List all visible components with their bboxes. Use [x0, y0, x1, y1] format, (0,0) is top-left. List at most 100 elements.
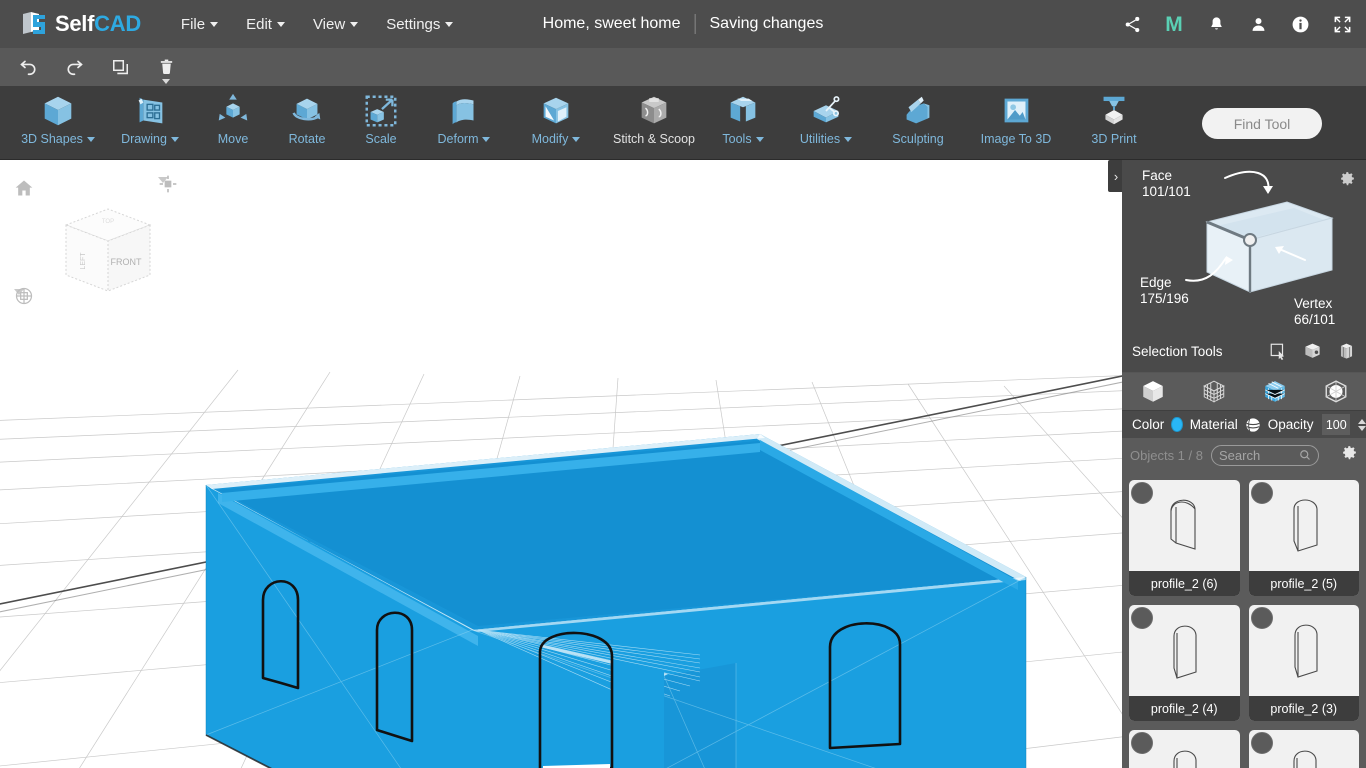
rectangle-select-icon[interactable] — [1268, 341, 1288, 361]
object-mode-icon[interactable] — [1136, 377, 1170, 407]
3d-print-icon — [1095, 92, 1133, 130]
vertex-mode-icon[interactable] — [1319, 377, 1353, 407]
menu-item-view[interactable]: View — [299, 10, 372, 39]
select-through-icon[interactable] — [1302, 341, 1322, 361]
stepper-down-icon[interactable] — [1358, 425, 1366, 431]
document-title[interactable]: Home, sweet home — [543, 15, 681, 33]
object-select-toggle[interactable] — [1250, 607, 1273, 629]
menu-item-settings[interactable]: Settings — [372, 10, 467, 39]
tool-drawing[interactable]: Drawing — [104, 86, 196, 160]
rotate-icon — [288, 92, 326, 130]
list-item[interactable]: profile_2 (1) — [1248, 730, 1359, 768]
tool-3d-print-label: 3D Print — [1091, 132, 1137, 146]
logo-cad: CAD — [94, 11, 141, 36]
tool-sculpting[interactable]: Sculpting — [872, 86, 964, 160]
face-label: Face — [1142, 168, 1173, 183]
opacity-stepper[interactable] — [1358, 418, 1366, 431]
tool-modify-label: Modify — [532, 132, 581, 146]
copy-icon[interactable] — [97, 48, 143, 86]
tool-deform[interactable]: Deform — [418, 86, 510, 160]
color-swatch[interactable] — [1171, 417, 1183, 432]
list-item[interactable]: profile_2 (4) — [1129, 605, 1240, 721]
stepper-up-icon[interactable] — [1358, 418, 1366, 424]
menu-list: File Edit View Settings — [167, 10, 467, 39]
drawing-icon — [131, 92, 169, 130]
object-name: profile_2 (3) — [1248, 696, 1359, 721]
objects-count: Objects 1 / 8 — [1130, 447, 1203, 463]
objects-settings-gear-icon[interactable] — [1341, 444, 1358, 466]
chevron-down-icon — [572, 136, 581, 142]
mastercam-m-icon[interactable]: M — [1164, 12, 1184, 36]
undo-icon[interactable] — [5, 48, 51, 86]
tool-3d-shapes[interactable]: 3D Shapes — [12, 86, 104, 160]
object-select-toggle[interactable] — [1250, 732, 1273, 754]
navcube-front-label: FRONT — [111, 257, 142, 267]
search-icon — [1299, 449, 1311, 461]
pan-orbit-icon[interactable] — [14, 286, 33, 305]
tool-stitch-and-scoop[interactable]: Stitch & Scoop — [602, 86, 706, 160]
tool-move[interactable]: Move — [196, 86, 270, 160]
redo-icon[interactable] — [51, 48, 97, 86]
selfcad-logo[interactable]: SelfCAD — [20, 10, 141, 38]
modify-icon — [537, 92, 575, 130]
tool-move-label: Move — [217, 132, 249, 146]
tool-3d-print[interactable]: 3D Print — [1068, 86, 1160, 160]
vertex-selection-info: Vertex 66/101 — [1294, 296, 1335, 328]
tool-image-to-3d[interactable]: Image To 3D — [964, 86, 1068, 160]
list-item[interactable]: profile_2 (3) — [1248, 605, 1359, 721]
chevron-down-icon — [210, 22, 219, 28]
face-count: 101/101 — [1142, 184, 1191, 199]
face-mode-icon[interactable] — [1258, 377, 1292, 407]
utilities-icon — [807, 92, 845, 130]
tool-modify[interactable]: Modify — [510, 86, 602, 160]
selfcad-logo-mark — [20, 10, 48, 38]
fullscreen-icon[interactable] — [1332, 14, 1352, 34]
tool-tools[interactable]: Tools — [706, 86, 780, 160]
wireframe-mode-icon[interactable] — [1197, 377, 1231, 407]
save-status: Saving changes — [709, 15, 824, 32]
notifications-bell-icon[interactable] — [1206, 14, 1226, 34]
selection-summary-card: Face 101/101 Edge 175/196 Vertex 66/101 … — [1122, 160, 1366, 372]
share-icon[interactable] — [1122, 14, 1142, 34]
navigation-cube[interactable]: FRONT LEFT TOP — [52, 195, 162, 305]
menu-item-file[interactable]: File — [167, 10, 232, 39]
zoom-window-icon[interactable] — [158, 174, 177, 193]
menu-item-edit[interactable]: Edit — [232, 10, 299, 39]
user-account-icon[interactable] — [1248, 14, 1268, 34]
info-icon[interactable] — [1290, 14, 1310, 34]
sculpting-icon — [899, 92, 937, 130]
list-item[interactable]: profile_2 (6) — [1129, 480, 1240, 596]
object-select-toggle[interactable] — [1250, 482, 1273, 504]
chevron-down-icon — [276, 22, 285, 28]
list-item[interactable]: profile_2 (5) — [1248, 480, 1359, 596]
tool-3d-shapes-label: 3D Shapes — [21, 132, 95, 146]
tool-utilities[interactable]: Utilities — [780, 86, 872, 160]
deform-icon — [445, 92, 483, 130]
list-item[interactable]: profile_2 (2) — [1129, 730, 1240, 768]
edge-count: 175/196 — [1140, 291, 1189, 306]
tool-scale[interactable]: Scale — [344, 86, 418, 160]
tool-tools-label: Tools — [722, 132, 764, 146]
chevron-down-icon — [350, 22, 359, 28]
tool-scale-label: Scale — [365, 132, 397, 146]
object-select-toggle[interactable] — [1131, 482, 1153, 504]
select-loop-icon[interactable] — [1336, 341, 1356, 361]
delete-icon[interactable] — [143, 48, 189, 86]
objects-search-input[interactable]: Search — [1210, 444, 1319, 466]
move-icon — [214, 92, 252, 130]
3d-viewport[interactable]: FRONT LEFT TOP — [0, 160, 1122, 768]
scale-icon — [362, 92, 400, 130]
object-select-toggle[interactable] — [1131, 732, 1153, 754]
sphere-material-icon[interactable] — [1245, 417, 1261, 433]
find-tool-input[interactable]: Find Tool — [1202, 108, 1322, 139]
chevron-down-icon — [445, 22, 454, 28]
opacity-input[interactable]: 100 — [1322, 414, 1350, 435]
tool-rotate[interactable]: Rotate — [270, 86, 344, 160]
m-icon-letter: M — [1165, 12, 1183, 36]
title-divider — [694, 14, 696, 34]
object-name: profile_2 (4) — [1129, 696, 1240, 721]
menu-item-view-label: View — [312, 15, 346, 33]
object-name: profile_2 (6) — [1129, 571, 1240, 596]
object-select-toggle[interactable] — [1131, 607, 1153, 629]
navcube-top-label: TOP — [102, 219, 114, 225]
